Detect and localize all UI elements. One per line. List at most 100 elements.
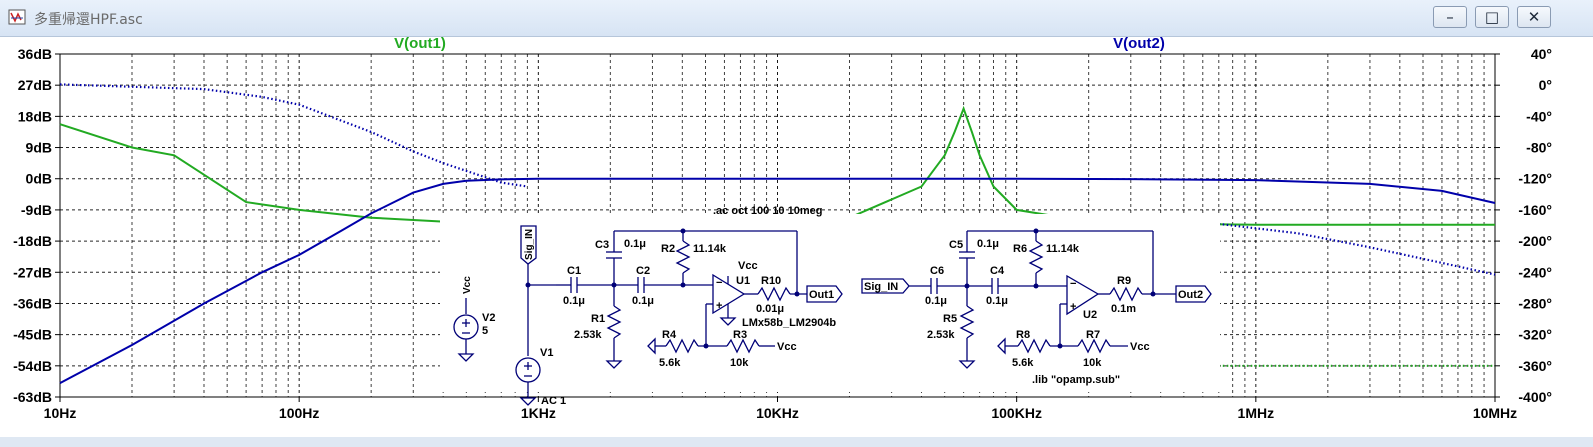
label-c1-val: 0.1μ: [563, 295, 585, 307]
opamp-u1-minus: −: [716, 277, 722, 289]
maximize-icon: □: [1484, 8, 1500, 26]
label-v1: V1: [540, 347, 553, 359]
out1-text: Out1: [809, 289, 834, 301]
schematic-overlay[interactable]: .ac oct 100 10 10meg Vcc V2 5 Sig_IN V1 …: [440, 205, 1220, 407]
y-tick-label-right: -80°: [1526, 140, 1552, 156]
x-tick-label: 100Hz: [279, 405, 319, 421]
maximize-button[interactable]: □: [1475, 6, 1509, 28]
label-r9-val: 0.1m: [1111, 303, 1136, 315]
y-tick-label-left: -54dB: [13, 358, 52, 374]
x-tick-label: 1KHz: [521, 405, 556, 421]
label-r2-val: 11.14k: [693, 243, 727, 255]
label-c3: C3: [595, 239, 609, 251]
label-c6-val: 0.1μ: [925, 295, 947, 307]
label-r4-val: 5.6k: [659, 357, 681, 369]
directive-lib[interactable]: .lib "opamp.sub": [1032, 374, 1120, 386]
label-r7-vcc: Vcc: [1130, 341, 1150, 353]
label-v2: V2: [482, 312, 495, 324]
label-r10: R10: [761, 275, 781, 287]
y-tick-label-left: -18dB: [13, 233, 52, 249]
x-tick-label: 100KHz: [991, 405, 1042, 421]
sig-in-2-text: Sig_IN: [864, 281, 898, 293]
status-strip: [0, 437, 1593, 447]
y-tick-label-right: 40°: [1531, 46, 1552, 62]
minimize-icon: –: [1446, 8, 1454, 26]
junction-dot: [1057, 343, 1063, 349]
junction-dot: [525, 282, 531, 288]
label-v2-val: 5: [482, 325, 488, 337]
label-r9: R9: [1117, 275, 1131, 287]
title-bar[interactable]: 多重帰還HPF.asc – □ ✕: [0, 0, 1593, 37]
x-tick-label: 10Hz: [44, 405, 77, 421]
y-tick-label-right: -40°: [1526, 108, 1552, 124]
y-tick-label-left: 27dB: [18, 77, 52, 93]
y-tick-label-left: -27dB: [13, 264, 52, 280]
label-r6: R6: [1013, 243, 1027, 255]
junction-dot: [703, 343, 709, 349]
y-tick-label-left: -9dB: [21, 202, 52, 218]
label-u1-model: LMx58b_LM2904b: [742, 317, 836, 329]
junction-dot: [1033, 283, 1039, 289]
label-c1: C1: [567, 265, 581, 277]
label-r2: R2: [661, 243, 675, 255]
opamp-u1-plus: +: [716, 300, 722, 312]
out2-text: Out2: [1178, 289, 1203, 301]
label-c4: C4: [990, 265, 1005, 277]
label-c6: C6: [930, 265, 944, 277]
y-tick-label-right: 0°: [1539, 77, 1552, 93]
y-tick-label-left: -45dB: [13, 327, 52, 343]
sig-in-1-text: Sig_IN: [524, 229, 535, 260]
label-r6-val: 11.14k: [1046, 243, 1080, 255]
waveform-plot[interactable]: 36dB 27dB 18dB 9dB 0dB -9dB -18dB -27dB -36dB -45…: [0, 36, 1593, 437]
label-c2: C2: [636, 265, 650, 277]
label-vcc-v2: Vcc: [462, 276, 473, 294]
label-u2: U2: [1083, 309, 1097, 321]
label-c5-val: 0.1μ: [977, 238, 999, 250]
label-r5: R5: [943, 313, 957, 325]
junction-dot: [680, 228, 686, 234]
opamp-u2-minus: −: [1070, 278, 1076, 290]
label-r10-val: 0.01μ: [756, 303, 784, 315]
junction-dot: [964, 283, 970, 289]
window-title: 多重帰還HPF.asc: [34, 12, 143, 28]
label-r7: R7: [1086, 329, 1100, 341]
y-tick-label-right: -280°: [1518, 295, 1552, 311]
label-v1-val: AC 1: [541, 395, 566, 407]
trace-label-out1[interactable]: V(out1): [394, 36, 446, 52]
x-tick-label: 10MHz: [1473, 405, 1517, 421]
y-axis-right: 40° 0° -40° -80° -120° -160° -200° -240° -280° -3…: [1495, 46, 1552, 405]
y-tick-label-left: 9dB: [26, 140, 52, 156]
opamp-u2-plus: +: [1070, 301, 1076, 313]
label-c3-val: 0.1μ: [624, 238, 646, 250]
y-tick-label-left: -36dB: [13, 295, 52, 311]
junction-dot: [611, 282, 617, 288]
phase-curve-2: [59, 83, 528, 188]
y-tick-label-right: -120°: [1518, 171, 1552, 187]
y-tick-label-left: 36dB: [18, 46, 52, 62]
label-c4-val: 0.1μ: [986, 295, 1008, 307]
y-tick-label-right: -240°: [1518, 264, 1552, 280]
y-tick-label-right: -360°: [1518, 358, 1552, 374]
y-tick-label-left: 0dB: [26, 171, 52, 187]
label-u1: U1: [736, 275, 750, 287]
y-tick-label-right: -320°: [1518, 327, 1552, 343]
app-window: 多重帰還HPF.asc – □ ✕ 36dB 27dB 18dB 9dB 0dB -9dB…: [0, 0, 1593, 447]
phase-curve-2: [1218, 222, 1496, 276]
junction-dot: [794, 291, 800, 297]
y-tick-label-right: -400°: [1518, 389, 1552, 405]
y-tick-label-right: -160°: [1518, 202, 1552, 218]
label-r1: R1: [591, 313, 605, 325]
y-tick-label-left: -63dB: [13, 389, 52, 405]
label-r8-val: 5.6k: [1012, 357, 1034, 369]
y-axis-left: 36dB 27dB 18dB 9dB 0dB -9dB -18dB -27dB -36dB -45…: [13, 46, 60, 405]
label-r7-val: 10k: [1083, 357, 1102, 369]
label-r1-val: 2.53k: [574, 329, 602, 341]
junction-dot: [1150, 291, 1156, 297]
close-icon: ✕: [1527, 8, 1541, 26]
label-c2-val: 0.1μ: [632, 295, 654, 307]
directive-ac[interactable]: .ac oct 100 10 10meg: [713, 205, 822, 217]
label-u1-vcc: Vcc: [738, 260, 758, 272]
close-button[interactable]: ✕: [1517, 6, 1551, 28]
trace-label-out2[interactable]: V(out2): [1113, 36, 1165, 52]
minimize-button[interactable]: –: [1433, 6, 1467, 28]
